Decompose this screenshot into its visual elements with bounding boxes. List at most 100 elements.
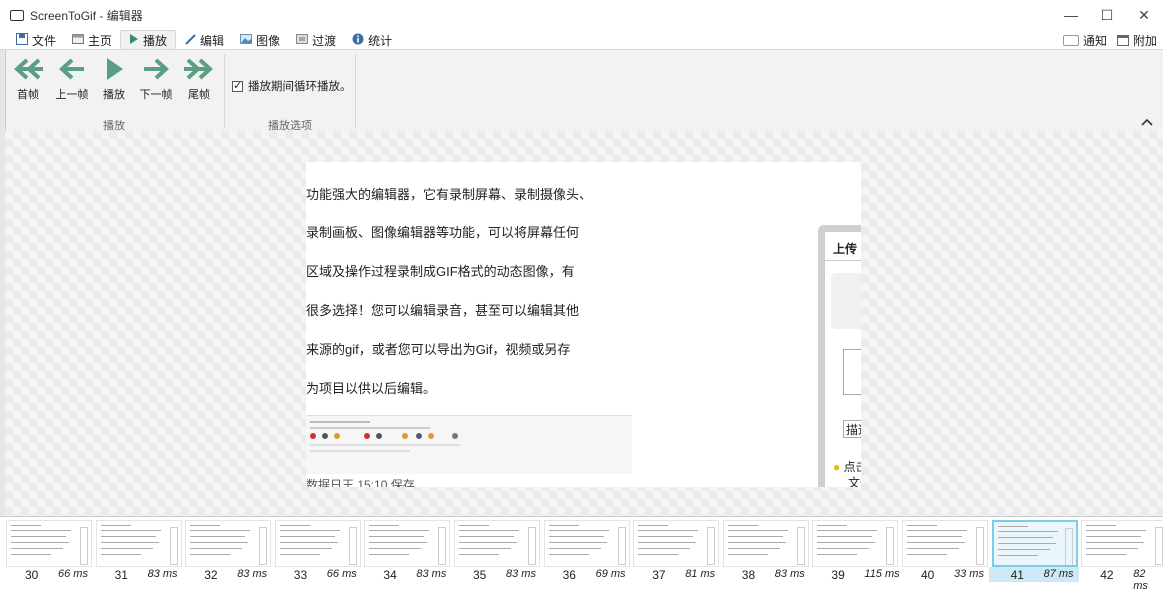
frame-text-line: 区域及操作过程录制成GIF格式的动态图像，有 [306,264,575,279]
loop-playback-checkbox[interactable]: 播放期间循环播放。 [232,78,352,94]
next-frame-button[interactable]: 下一帧 [136,56,176,102]
frame-thumbnail[interactable] [274,520,361,567]
thumbnail-text-line [1086,530,1147,531]
thumbnail-text-line [727,548,780,549]
mini-board-dot [334,433,340,439]
frame-thumbnail[interactable] [812,520,899,567]
frame-delay: 69 ms [595,568,626,580]
tab-edit-label: 编辑 [200,33,225,48]
frame-thumbnail[interactable] [364,520,451,567]
checkbox-box[interactable] [232,79,243,92]
frame-delay: 81 ms [685,568,716,580]
frame-text-line: 很多选择！您可以编辑录音，甚至可以编辑其他 [306,303,580,318]
thumbnail-text-line [548,530,609,531]
message-icon [1062,35,1079,46]
thumbnail-text-line [907,542,965,543]
close-button[interactable]: ✕ [1125,0,1163,30]
thumbnail-panel [1064,528,1073,565]
double-right-arrow-icon [184,58,213,80]
thumbnail-text-line [190,542,249,543]
thumbnail-text-line [190,536,246,537]
thumbnail-text-line [817,554,858,555]
cut-off-text: 数据日王 15:10 保存 [306,478,415,487]
frame-thumbnail[interactable] [991,520,1078,567]
thumbnail-text-line [100,548,153,549]
mini-close-dot [452,433,458,439]
info-icon [352,33,364,48]
ribbon-separator [224,54,225,128]
thumbnail-text-line [369,548,422,549]
thumbnail-text-line [638,525,669,526]
thumbnail-text-line [100,536,156,537]
notifications-button[interactable]: 通知 [1062,32,1107,49]
tab-transition[interactable]: 过渡 [288,30,344,50]
frame-delay: 83 ms [506,568,536,580]
tab-file[interactable]: 文件 [8,30,64,50]
maximize-button[interactable]: ☐ [1088,0,1126,30]
frame-thumbnail[interactable] [6,520,92,567]
first-frame-button[interactable]: 首帧 [8,56,48,102]
frame-delay: 82 ms [1133,568,1148,592]
tab-image[interactable]: 图像 [232,30,288,50]
thumbnail-text-line [817,530,878,531]
last-frame-button[interactable]: 尾帧 [179,56,219,102]
frame-number: 42 [1100,568,1114,582]
frame-number: 40 [921,568,935,582]
frame-thumbnail[interactable] [185,520,272,567]
play-button[interactable]: 播放 [94,56,134,102]
thumbnail-text-line [997,555,1038,556]
thumbnail-text-line [190,530,251,531]
thumbnail-text-line [548,554,589,555]
frame-delay: 83 ms [416,568,447,580]
mini-open-dot [428,433,434,439]
frame-number: 38 [741,568,756,582]
thumbnail-text-line [459,548,511,549]
thumbnail-text-line [459,536,514,537]
chevron-up-icon [1141,118,1153,126]
frame-thumbnail[interactable] [633,520,720,567]
thumbnail-text-line [369,525,400,526]
thumbnail-text-line [369,554,410,555]
tab-statistics[interactable]: 统计 [344,30,400,50]
thumbnail-panel [976,527,984,565]
frame-thumbnail[interactable] [902,520,988,567]
thumbnail-text-line [997,543,1056,544]
previous-frame-button[interactable]: 上一帧 [52,56,92,102]
dialog-hint: ● 点击 [833,458,861,475]
minimize-button[interactable]: — [1052,0,1090,30]
frame-thumbnail[interactable] [95,520,182,567]
frame-number: 31 [114,568,128,582]
thumbnail-text-line [638,548,691,549]
collapse-ribbon-button[interactable] [1141,113,1153,129]
thumbnail-text-line [11,525,41,526]
thumbnail-panel [886,527,895,565]
frame-thumbnail[interactable] [543,520,630,567]
frame-thumbnail[interactable] [454,520,540,567]
thumbnail-text-line [369,542,428,543]
frame-delay: 66 ms [326,568,357,580]
loop-playback-label: 播放期间循环播放。 [248,81,352,93]
frame-thumbnail[interactable] [722,520,809,567]
thumbnail-text-line [907,536,962,537]
thumbnail-text-line [997,549,1050,550]
frame-delay: 87 ms [1043,568,1074,580]
tab-play[interactable]: 播放 [120,30,177,50]
image-icon [240,33,253,48]
transition-icon [296,33,309,48]
extras-label: 附加 [1132,34,1157,48]
thumbnail-text-line [817,525,848,526]
thumbnail-text-line [279,530,340,531]
frame-text-line: 功能强大的编辑器，它有录制屏幕、录制摄像头、 [306,187,593,202]
mini-row [310,444,460,446]
tab-home[interactable]: 主页 [64,30,120,50]
thumbnail-panel [796,527,805,565]
last-frame-label: 尾帧 [188,89,210,101]
thumbnail-panel [169,527,178,565]
thumbnail-text-line [11,548,63,549]
frame-thumbnail[interactable] [1081,520,1163,567]
tab-home-label: 主页 [88,33,113,48]
tab-edit[interactable]: 编辑 [176,30,232,50]
thumbnail-panel [707,527,716,565]
extras-button[interactable]: 附加 [1116,32,1157,49]
frame-number: 37 [652,568,666,582]
